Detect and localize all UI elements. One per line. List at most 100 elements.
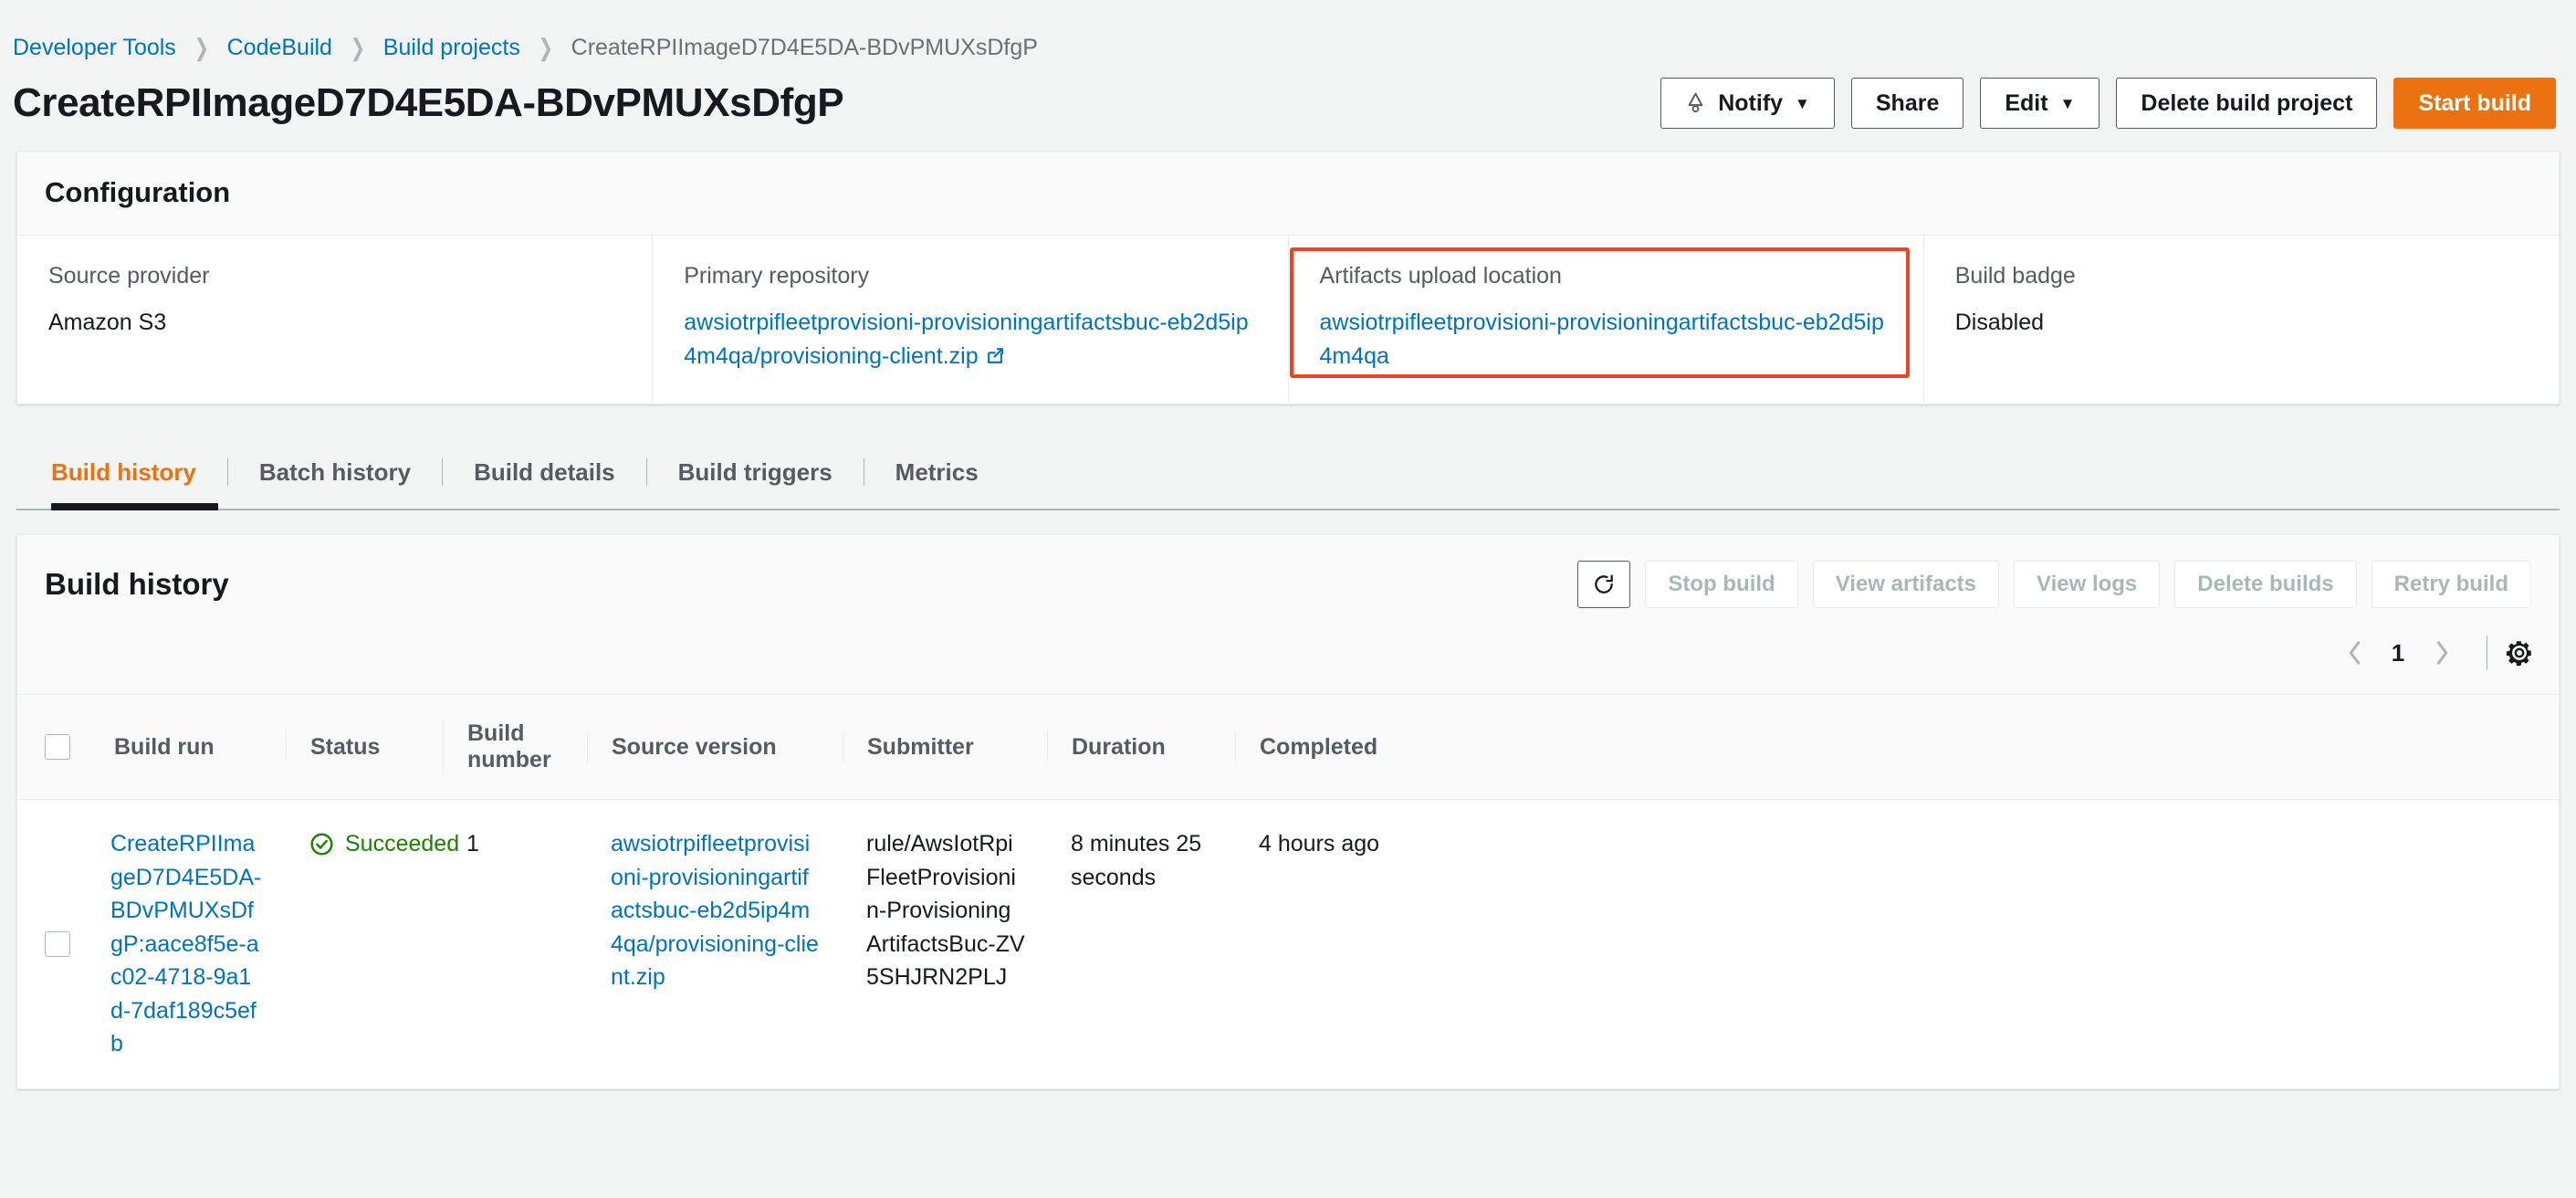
cell-build-number: 1	[443, 799, 587, 1088]
tab-metrics[interactable]: Metrics	[863, 458, 1010, 486]
page-header: CreateRPIImageD7D4E5DA-BDvPMUXsDfgP Noti…	[0, 68, 2576, 133]
config-label: Artifacts upload location	[1319, 263, 1562, 289]
build-history-card: Build history Stop build View artifacts …	[16, 534, 2560, 1089]
artifacts-upload-location-link[interactable]: awsiotrpifleetprovisioni-provisioningart…	[1320, 306, 1892, 373]
column-header-completed[interactable]: Completed	[1235, 694, 2559, 800]
build-history-header: Build history Stop build View artifacts …	[17, 535, 2559, 608]
configuration-grid: Source provider Amazon S3 Primary reposi…	[17, 236, 2559, 404]
row-select-cell	[17, 799, 87, 1088]
breadcrumb-item-build-projects[interactable]: Build projects	[383, 35, 520, 61]
share-label: Share	[1875, 89, 1940, 116]
config-label: Build badge	[1954, 263, 2076, 289]
build-run-link[interactable]: CreateRPIImageD7D4E5DA-BDvPMUXsDfgP:aace…	[110, 831, 261, 1056]
breadcrumb-item-developer-tools[interactable]: Developer Tools	[13, 35, 176, 61]
retry-build-button[interactable]: Retry build	[2371, 561, 2531, 608]
previous-page-button[interactable]	[2330, 628, 2379, 678]
column-header-source-version[interactable]: Source version	[587, 694, 843, 800]
table-settings-button[interactable]	[2504, 637, 2535, 668]
column-label: Build number	[467, 720, 551, 772]
next-page-button[interactable]	[2417, 628, 2466, 678]
tab-build-details[interactable]: Build details	[442, 458, 646, 486]
bell-icon	[1685, 91, 1706, 115]
share-button[interactable]: Share	[1850, 78, 1964, 129]
breadcrumb: Developer Tools ❯ CodeBuild ❯ Build proj…	[0, 0, 2576, 68]
build-history-table: Build run Status Build number Source ver…	[17, 694, 2559, 1088]
configuration-heading: Configuration	[45, 176, 231, 208]
cell-duration: 8 minutes 25 seconds	[1047, 799, 1235, 1088]
config-label: Source provider	[48, 263, 210, 289]
page-number-1[interactable]: 1	[2379, 639, 2417, 667]
tab-build-triggers[interactable]: Build triggers	[645, 458, 864, 486]
cell-completed: 4 hours ago	[1235, 799, 2559, 1088]
chevron-down-icon: ▼	[1795, 94, 1810, 112]
config-label: Primary repository	[684, 263, 870, 289]
delete-build-project-label: Delete build project	[2141, 89, 2353, 116]
active-tab-indicator	[51, 503, 218, 510]
notify-label: Notify	[1718, 89, 1784, 116]
column-label: Submitter	[867, 733, 974, 760]
notify-button[interactable]: Notify ▼	[1660, 78, 1835, 129]
column-header-build-run[interactable]: Build run	[87, 694, 286, 800]
config-value: Amazon S3	[48, 310, 167, 335]
source-version-link[interactable]: awsiotrpifleetprovisioni-provisioningart…	[611, 831, 819, 990]
column-label: Build run	[114, 733, 215, 760]
column-label: Source version	[612, 733, 777, 760]
cell-source-version: awsiotrpifleetprovisioni-provisioningart…	[587, 799, 843, 1088]
configuration-header: Configuration	[17, 152, 2559, 236]
edit-label: Edit	[2005, 89, 2048, 116]
select-all-checkbox[interactable]	[45, 734, 70, 760]
tab-batch-history[interactable]: Batch history	[226, 458, 442, 486]
config-value: Disabled	[1954, 310, 2045, 335]
cell-build-run: CreateRPIImageD7D4E5DA-BDvPMUXsDfgP:aace…	[87, 799, 286, 1088]
breadcrumb-item-codebuild[interactable]: CodeBuild	[227, 35, 332, 61]
column-header-submitter[interactable]: Submitter	[843, 694, 1047, 800]
cell-status: Succeeded	[286, 799, 459, 1088]
build-history-heading: Build history	[45, 567, 229, 601]
breadcrumb-item-current: CreateRPIImageD7D4E5DA-BDvPMUXsDfgP	[571, 34, 1038, 60]
gear-icon	[2506, 641, 2531, 667]
external-link-icon[interactable]	[979, 347, 1004, 367]
tab-bar: Build history Batch history Build detail…	[16, 436, 2560, 510]
status-label: Succeeded	[345, 831, 460, 856]
column-header-build-number[interactable]: Build number	[443, 694, 587, 800]
tab-build-history[interactable]: Build history	[16, 458, 227, 486]
config-column-artifacts-upload-location: Artifacts upload location awsiotrpifleet…	[1287, 236, 1923, 404]
table-row[interactable]: CreateRPIImageD7D4E5DA-BDvPMUXsDfgP:aace…	[17, 799, 2559, 1088]
check-circle-icon	[310, 833, 333, 856]
configuration-card: Configuration Source provider Amazon S3 …	[16, 152, 2560, 405]
refresh-button[interactable]	[1577, 561, 1631, 608]
breadcrumb-separator-icon: ❯	[538, 33, 553, 61]
stop-build-button[interactable]: Stop build	[1645, 561, 1798, 608]
delete-build-project-button[interactable]: Delete build project	[2116, 78, 2378, 129]
table-header-row: Build run Status Build number Source ver…	[17, 694, 2559, 800]
config-column-build-badge: Build badge Disabled	[1922, 236, 2559, 404]
status-badge: Succeeded	[309, 827, 459, 861]
chevron-right-icon	[2436, 641, 2447, 665]
column-label: Completed	[1260, 733, 1378, 760]
primary-repository-link[interactable]: awsiotrpifleetprovisioni-provisioningart…	[684, 310, 1248, 369]
select-all-header	[17, 694, 87, 800]
refresh-icon	[1592, 573, 1616, 596]
row-checkbox[interactable]	[45, 930, 70, 957]
page-actions: Notify ▼ Share Edit ▼ Delete build proje…	[1660, 78, 2556, 129]
chevron-down-icon: ▼	[2059, 94, 2076, 112]
config-value-wrap: awsiotrpifleetprovisioni-provisioningart…	[684, 306, 1256, 373]
start-build-button[interactable]: Start build	[2393, 78, 2556, 129]
column-label: Status	[310, 733, 381, 760]
config-column-primary-repository: Primary repository awsiotrpifleetprovisi…	[652, 236, 1287, 404]
config-column-source-provider: Source provider Amazon S3	[17, 236, 652, 404]
breadcrumb-separator-icon: ❯	[350, 33, 366, 61]
build-history-toolbar: Stop build View artifacts View logs Dele…	[1577, 561, 2531, 608]
breadcrumb-separator-icon: ❯	[194, 33, 209, 61]
chevron-left-icon	[2349, 641, 2360, 665]
start-build-label: Start build	[2418, 89, 2531, 116]
delete-builds-button[interactable]: Delete builds	[2174, 561, 2357, 608]
edit-button[interactable]: Edit ▼	[1980, 78, 2100, 129]
cell-submitter: rule/AwsIotRpiFleetProvisionin-Provision…	[843, 799, 1047, 1088]
page-title: CreateRPIImageD7D4E5DA-BDvPMUXsDfgP	[13, 80, 844, 125]
column-header-duration[interactable]: Duration	[1047, 694, 1235, 800]
view-logs-button[interactable]: View logs	[2014, 561, 2161, 608]
view-artifacts-button[interactable]: View artifacts	[1812, 561, 2000, 608]
pagination: 1	[17, 608, 2559, 694]
column-header-status[interactable]: Status	[286, 694, 443, 800]
